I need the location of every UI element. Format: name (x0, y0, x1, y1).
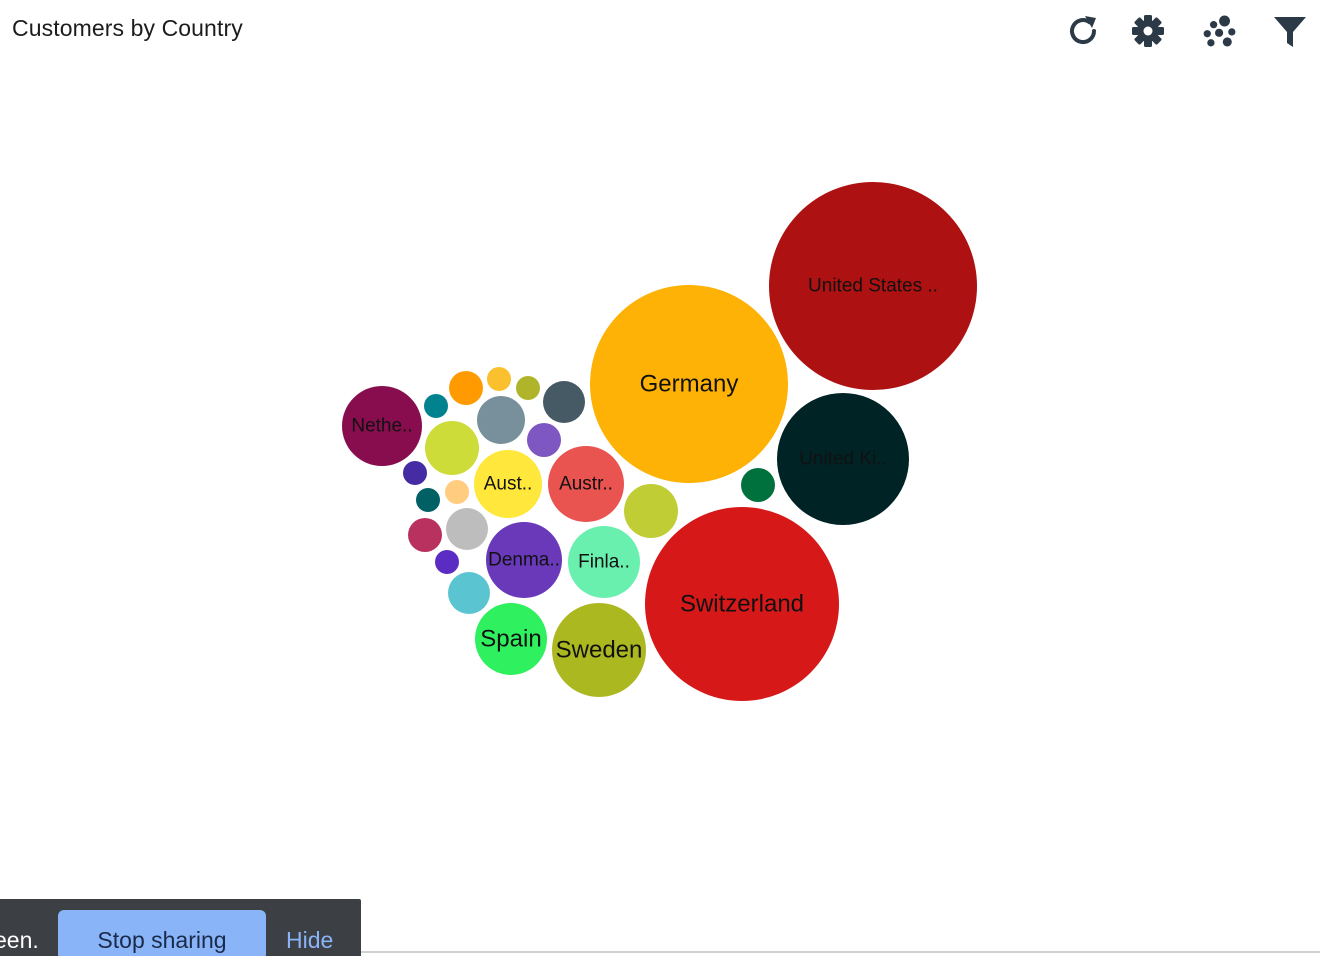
screen-share-bar: een. Stop sharing Hide (0, 899, 361, 956)
bubble-label: Nethe.. (351, 416, 412, 437)
bubble-unlabeled-18[interactable] (516, 376, 540, 400)
bubble-unlabeled-22[interactable] (408, 518, 442, 552)
bubble-label: United Ki.. (799, 449, 887, 470)
bubble-label: Spain (480, 626, 541, 653)
bubble-unlabeled-25[interactable] (416, 488, 440, 512)
app-window: Customers by Country United States .. Ge… (0, 0, 1320, 956)
bubble-unlabeled-24[interactable] (403, 461, 427, 485)
bubble-label: Switzerland (680, 591, 804, 618)
bubble-unlabeled-11[interactable] (624, 484, 678, 538)
bubble-unlabeled-13[interactable] (477, 396, 525, 444)
bubble-chart: United States .. Germany Switzerland United… (0, 0, 1320, 956)
bubble-unlabeled-19[interactable] (424, 394, 448, 418)
hide-button[interactable]: Hide (286, 927, 333, 954)
bubble-unlabeled-14[interactable] (543, 381, 585, 423)
bubble-unlabeled-21[interactable] (448, 572, 490, 614)
share-message: een. (0, 927, 39, 953)
divider-line (361, 951, 1320, 953)
bubble-label: Aust.. (484, 474, 533, 495)
bubble-label: Sweden (556, 637, 643, 664)
bubble-label: United States .. (808, 276, 938, 297)
bubble-unlabeled-16[interactable] (449, 371, 483, 405)
bubble-chart-svg: United States .. Germany Switzerland United… (342, 182, 977, 701)
bubble-label: Finla.. (578, 552, 630, 573)
bubble-unlabeled-27[interactable] (435, 550, 459, 574)
bubble-unlabeled-26[interactable] (445, 480, 469, 504)
bubble-label: Denma.. (488, 550, 560, 571)
bubble-unlabeled-17[interactable] (487, 367, 511, 391)
bubble-label: Germany (640, 371, 739, 398)
stop-sharing-button[interactable]: Stop sharing (58, 910, 266, 956)
bubble-unlabeled-15[interactable] (527, 423, 561, 457)
bubble-unlabeled-12[interactable] (425, 421, 479, 475)
bubble-unlabeled-20[interactable] (446, 508, 488, 550)
bubble-unlabeled-23[interactable] (741, 468, 775, 502)
bubble-label: Austr.. (559, 474, 613, 495)
